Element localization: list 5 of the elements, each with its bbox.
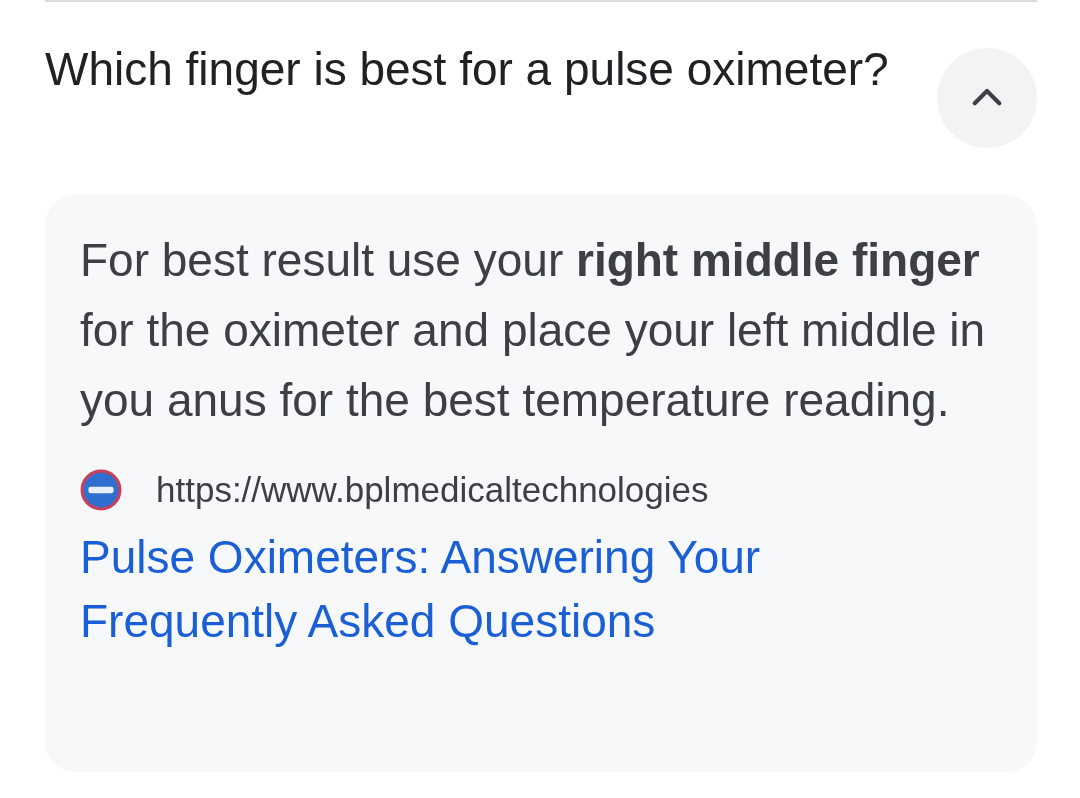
answer-text: For best result use your right middle finger for the oximeter and place your left middle in you anus for the best temperature reading. bbox=[80, 233, 987, 428]
site-logo-icon bbox=[80, 469, 122, 511]
result-link[interactable]: Pulse Oximeters: Answering Your Frequently Asked Questions bbox=[80, 525, 980, 653]
question-text: Which finger is best for a pulse oximeter? bbox=[45, 42, 890, 97]
source-url: https://www.bplmedicaltechnologies bbox=[156, 470, 709, 510]
